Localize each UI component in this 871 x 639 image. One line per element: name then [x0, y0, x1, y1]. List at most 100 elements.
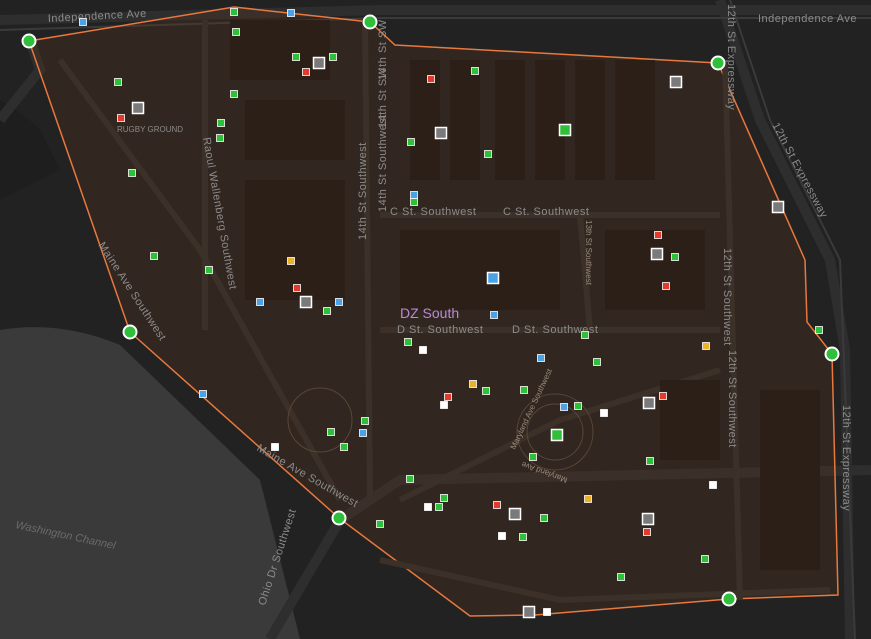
- zone-vertex-handle[interactable]: [331, 510, 347, 526]
- red-marker[interactable]: [659, 392, 667, 400]
- green-marker[interactable]: [128, 169, 136, 177]
- green-marker[interactable]: [410, 198, 418, 206]
- green-marker[interactable]: [404, 338, 412, 346]
- street-label: 12th St Southwest: [721, 248, 733, 346]
- green-marker[interactable]: [593, 358, 601, 366]
- street-label: Independence Ave: [758, 13, 857, 25]
- green-marker[interactable]: [292, 53, 300, 61]
- green-marker[interactable]: [114, 78, 122, 86]
- street-label: 12th St Expressway: [840, 405, 852, 511]
- gray-marker[interactable]: [508, 507, 522, 521]
- green-marker[interactable]: [529, 453, 537, 461]
- white-marker[interactable]: [419, 346, 427, 354]
- green-marker[interactable]: [435, 503, 443, 511]
- white-marker[interactable]: [271, 443, 279, 451]
- white-marker[interactable]: [543, 608, 551, 616]
- blue-marker[interactable]: [486, 271, 500, 285]
- gray-marker[interactable]: [641, 512, 655, 526]
- green-marker[interactable]: [205, 266, 213, 274]
- street-label: 14th St Southwest: [357, 142, 369, 240]
- red-marker[interactable]: [493, 501, 501, 509]
- zone-vertex-handle[interactable]: [710, 55, 726, 71]
- white-marker[interactable]: [600, 409, 608, 417]
- green-marker[interactable]: [671, 253, 679, 261]
- red-marker[interactable]: [662, 282, 670, 290]
- blue-marker[interactable]: [560, 403, 568, 411]
- green-marker[interactable]: [150, 252, 158, 260]
- red-marker[interactable]: [293, 284, 301, 292]
- white-marker[interactable]: [440, 401, 448, 409]
- street-label: C St. Southwest: [390, 206, 476, 218]
- white-marker[interactable]: [498, 532, 506, 540]
- green-marker[interactable]: [646, 457, 654, 465]
- green-marker[interactable]: [520, 386, 528, 394]
- gray-marker[interactable]: [650, 247, 664, 261]
- green-marker[interactable]: [327, 428, 335, 436]
- green-marker[interactable]: [519, 533, 527, 541]
- yellow-marker[interactable]: [287, 257, 295, 265]
- gray-marker[interactable]: [669, 75, 683, 89]
- green-marker[interactable]: [482, 387, 490, 395]
- green-marker[interactable]: [440, 494, 448, 502]
- red-marker[interactable]: [654, 231, 662, 239]
- blue-marker[interactable]: [537, 354, 545, 362]
- zone-vertex-handle[interactable]: [21, 33, 37, 49]
- green-marker[interactable]: [376, 520, 384, 528]
- green-marker[interactable]: [484, 150, 492, 158]
- gray-marker[interactable]: [642, 396, 656, 410]
- gray-marker[interactable]: [434, 126, 448, 140]
- green-marker[interactable]: [617, 573, 625, 581]
- map-canvas[interactable]: Independence Ave Independence Ave 12th S…: [0, 0, 871, 639]
- blue-marker[interactable]: [79, 18, 87, 26]
- zone-vertex-handle[interactable]: [824, 346, 840, 362]
- blue-marker[interactable]: [359, 429, 367, 437]
- yellow-marker[interactable]: [469, 380, 477, 388]
- street-label: 13th St Southwest: [584, 220, 593, 286]
- zone-name-label: DZ South: [400, 305, 459, 321]
- white-marker[interactable]: [709, 481, 717, 489]
- green-marker[interactable]: [406, 475, 414, 483]
- white-marker[interactable]: [424, 503, 432, 511]
- blue-marker[interactable]: [199, 390, 207, 398]
- blue-marker[interactable]: [256, 298, 264, 306]
- red-marker[interactable]: [643, 528, 651, 536]
- blue-marker[interactable]: [490, 311, 498, 319]
- rugby-ground-label: RUGBY GROUND: [117, 125, 183, 134]
- blue-marker[interactable]: [335, 298, 343, 306]
- green-marker[interactable]: [550, 428, 564, 442]
- gray-marker[interactable]: [771, 200, 785, 214]
- green-marker[interactable]: [232, 28, 240, 36]
- green-marker[interactable]: [701, 555, 709, 563]
- green-marker[interactable]: [323, 307, 331, 315]
- gray-marker[interactable]: [312, 56, 326, 70]
- red-marker[interactable]: [427, 75, 435, 83]
- green-marker[interactable]: [581, 331, 589, 339]
- map-view[interactable]: Independence Ave Independence Ave 12th S…: [0, 0, 871, 639]
- green-marker[interactable]: [574, 402, 582, 410]
- gray-marker[interactable]: [299, 295, 313, 309]
- green-marker[interactable]: [230, 90, 238, 98]
- gray-marker[interactable]: [131, 101, 145, 115]
- zone-vertex-handle[interactable]: [721, 591, 737, 607]
- green-marker[interactable]: [230, 8, 238, 16]
- green-marker[interactable]: [407, 138, 415, 146]
- green-marker[interactable]: [471, 67, 479, 75]
- green-marker[interactable]: [815, 326, 823, 334]
- green-marker[interactable]: [217, 119, 225, 127]
- green-marker[interactable]: [558, 123, 572, 137]
- green-marker[interactable]: [540, 514, 548, 522]
- green-marker[interactable]: [361, 417, 369, 425]
- yellow-marker[interactable]: [702, 342, 710, 350]
- red-marker[interactable]: [444, 393, 452, 401]
- red-marker[interactable]: [302, 68, 310, 76]
- blue-marker[interactable]: [287, 9, 295, 17]
- green-marker[interactable]: [329, 53, 337, 61]
- yellow-marker[interactable]: [584, 495, 592, 503]
- zone-vertex-handle[interactable]: [122, 324, 138, 340]
- green-marker[interactable]: [340, 443, 348, 451]
- gray-marker[interactable]: [522, 605, 536, 619]
- red-marker[interactable]: [117, 114, 125, 122]
- zone-vertex-handle[interactable]: [362, 14, 378, 30]
- green-marker[interactable]: [216, 134, 224, 142]
- blue-marker[interactable]: [410, 191, 418, 199]
